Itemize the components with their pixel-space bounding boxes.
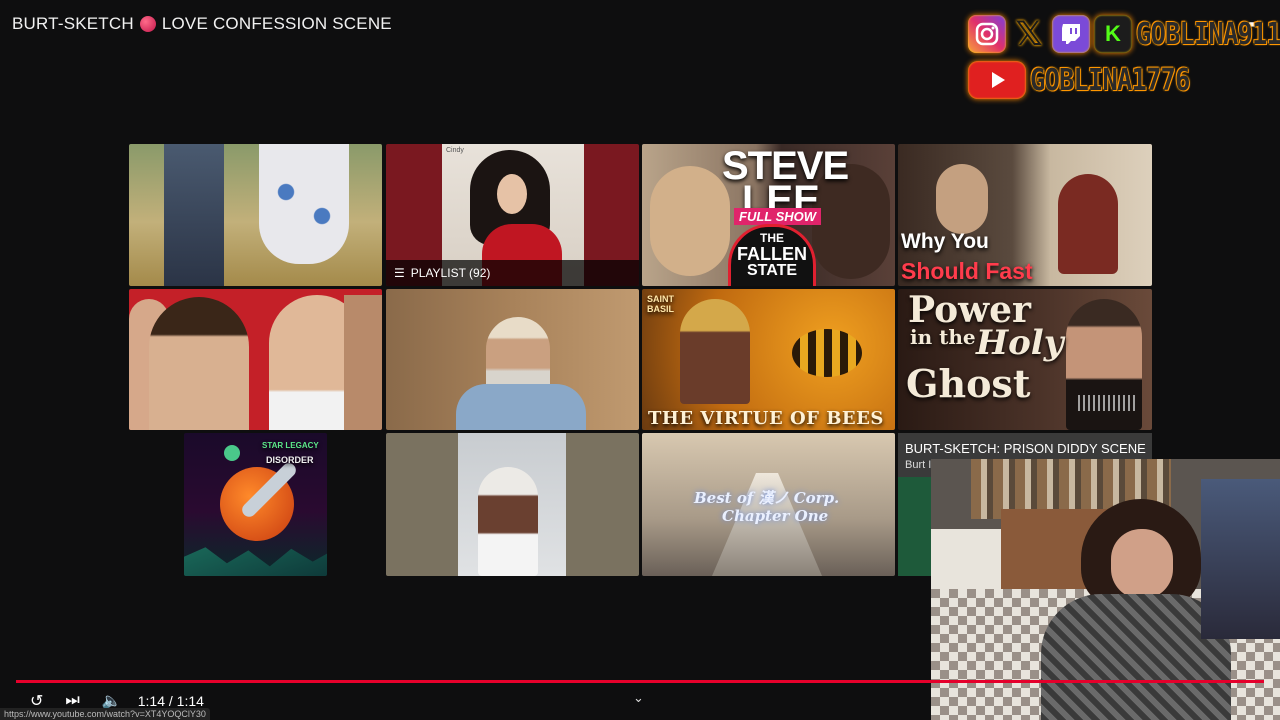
fast-text-2: Should Fast	[901, 258, 1033, 284]
ghost-text: Ghost	[906, 361, 1031, 406]
video-tile-6[interactable]	[386, 289, 639, 430]
kick-icon: K	[1094, 15, 1132, 53]
video-tile-7[interactable]: SAINT BASIL THE VIRTUE OF BEES	[642, 289, 895, 430]
social-row-1: 𝕏 K GOBLINA911	[968, 14, 1280, 54]
moon-image	[224, 445, 240, 461]
man-shirt	[456, 384, 586, 430]
playlist-bar: ☰ PLAYLIST (92)	[386, 260, 639, 286]
person-4	[344, 295, 382, 430]
logo-line-3: STATE	[746, 262, 798, 279]
saint-figure	[680, 299, 750, 404]
fallen-state-logo: THE FALLEN STATE	[728, 224, 816, 286]
fast-text-1: Why You	[901, 230, 989, 253]
logo-line-1: THE	[760, 231, 784, 245]
video-title-right: LOVE CONFESSION SCENE	[161, 14, 392, 33]
time-display: 1:14 / 1:14	[137, 693, 204, 709]
saint-side-text: SAINT BASIL	[647, 294, 674, 314]
in-the-text: in the	[910, 325, 976, 349]
video-tile-5[interactable]	[129, 289, 382, 430]
red-circle-icon	[139, 16, 156, 32]
priest-face	[936, 164, 988, 234]
video-tile-1[interactable]	[129, 144, 382, 286]
couple-image	[164, 144, 224, 286]
star-legacy-text: STAR LEGACY	[262, 441, 319, 450]
portrait-face	[497, 174, 527, 214]
video-tile-10[interactable]	[386, 433, 639, 576]
waveform-icon	[1078, 395, 1138, 411]
playlist-label: PLAYLIST (92)	[410, 266, 491, 280]
mountains-image	[184, 547, 327, 576]
youtube-icon	[968, 61, 1026, 99]
best-of-text: Best of 漢ノ Corp.	[694, 489, 840, 507]
bee-image	[792, 329, 862, 377]
disorder-text: DISORDER	[266, 455, 314, 465]
holy-text: Holy	[976, 323, 1064, 363]
full-show-badge: FULL SHOW	[734, 208, 822, 225]
social-row-2: GOBLINA1776	[968, 60, 1280, 100]
video-tile-4[interactable]: Why You Should Fast	[898, 144, 1152, 286]
progress-bar[interactable]	[16, 680, 1264, 683]
playlist-icon: ☰	[394, 266, 405, 280]
bees-caption: THE VIRTUE OF BEES	[648, 408, 884, 429]
man-left-face	[650, 166, 730, 276]
end-card-channel: Burt I	[905, 459, 932, 471]
chapter-one-text: Chapter One	[722, 507, 829, 525]
video-tile-8[interactable]: Power in the Holy Ghost	[898, 289, 1152, 430]
status-url: https://www.youtube.com/watch?v=XT4YOQCl…	[0, 708, 210, 720]
video-tile-9[interactable]: STAR LEGACY DISORDER	[184, 433, 327, 576]
end-card-title: BURT-SKETCH: PRISON DIDDY SCENE	[905, 441, 1146, 456]
album-cover-text: Cindy	[446, 147, 464, 154]
video-tile-2[interactable]: Cindy ☰ PLAYLIST (92)	[386, 144, 639, 286]
streamer-face	[1111, 529, 1173, 599]
room-right-clutter	[1201, 479, 1280, 639]
social-handle-1: GOBLINA911	[1136, 16, 1280, 52]
social-overlay: 𝕏 K GOBLINA911 GOBLINA1776	[968, 14, 1280, 106]
video-title-left: BURT-SKETCH	[12, 14, 134, 33]
logo-line-2: FALLEN	[737, 244, 807, 264]
beanie-man	[478, 467, 538, 576]
social-handle-2: GOBLINA1776	[1030, 62, 1190, 98]
chevron-down-icon[interactable]: ⌄	[633, 690, 644, 706]
video-title: BURT-SKETCH LOVE CONFESSION SCENE	[12, 14, 392, 34]
painting-figure	[1058, 174, 1118, 274]
video-tile-3[interactable]: STEVE LEE FULL SHOW THE FALLEN STATE	[642, 144, 895, 286]
twitch-icon	[1052, 15, 1090, 53]
video-frame	[458, 433, 566, 576]
video-tile-11[interactable]: Best of 漢ノ Corp. Chapter One	[642, 433, 895, 576]
person-2	[149, 297, 249, 430]
x-icon: 𝕏	[1015, 14, 1043, 54]
dress-image	[259, 144, 349, 264]
instagram-icon	[968, 15, 1006, 53]
progress-fill	[16, 680, 1264, 683]
